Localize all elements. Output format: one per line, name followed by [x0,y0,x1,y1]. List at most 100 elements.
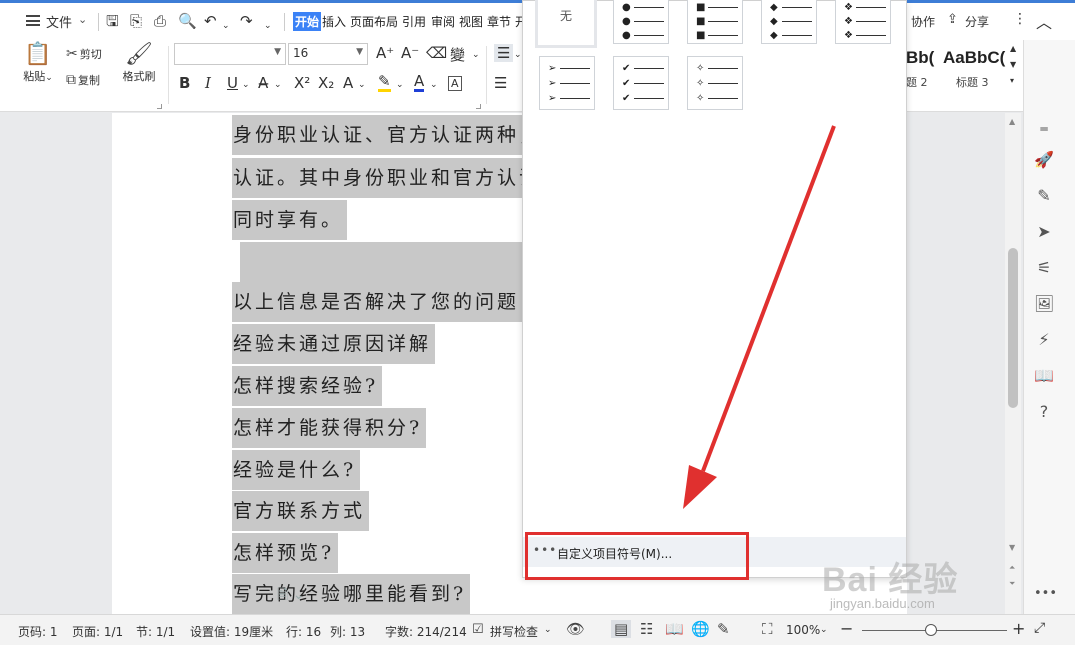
doc-line[interactable]: 经验是什么? [232,450,361,490]
highlight-icon[interactable]: ✎ [378,74,391,92]
paste-button[interactable]: 📋 粘贴⌄ [22,42,54,84]
cooperate-button[interactable]: 协作 [911,13,935,30]
fullscreen-icon[interactable]: ⤢ [1034,620,1045,636]
zoom-dropdown-icon[interactable]: ⌄ [820,625,828,635]
print-preview-icon[interactable]: 🔍 [178,12,197,30]
book-search-icon[interactable]: 📖 [1034,366,1054,385]
clipboard-dialog-icon[interactable] [157,104,162,109]
panel-collapse-icon[interactable]: ═ [1034,122,1054,136]
pen-icon[interactable]: ✎ [1034,186,1054,205]
tab-view[interactable]: 视图 [459,13,483,30]
vertical-scrollbar[interactable]: ▲ ▼ ⏶ ⏷ [1005,113,1021,614]
lightning-icon[interactable]: ⚡ [1034,330,1054,349]
doc-line[interactable]: 同时享有。 [232,200,348,240]
bold-button[interactable]: B [179,74,190,92]
tab-insert[interactable]: 插入 [322,13,346,30]
align-left-icon[interactable]: ☰ [494,74,507,92]
fit-page-icon[interactable]: ⛶ [762,620,773,638]
pinyin-dropdown-icon[interactable]: ⌄ [472,50,480,60]
char-border-icon[interactable]: A [448,76,462,91]
doc-line[interactable]: 官方联系方式 [232,491,370,531]
tab-review[interactable]: 审阅 [431,13,455,30]
status-pages[interactable]: 页面: 1/1 [72,623,123,640]
pinyin-icon[interactable]: 變 [450,44,465,65]
copy-button[interactable]: ⧉ 复制 [66,72,100,88]
style-preview-heading3[interactable]: AaBbC( [943,48,1005,68]
style-more-icon[interactable]: ▾ [1010,76,1014,85]
image-icon[interactable]: 🖼 [1034,294,1054,313]
doc-line[interactable]: 认证。其中身份职业和官方认证 [232,158,546,198]
italic-button[interactable]: I [205,74,211,92]
tab-references[interactable]: 引用 [402,13,426,30]
eye-protect-icon[interactable]: 👁 [566,620,585,638]
bullet-list-button[interactable]: ☰ [494,44,514,62]
doc-line[interactable]: 怎样搜索经验? [232,366,383,406]
style-scroll-down-icon[interactable]: ▼ [1010,60,1016,69]
strikethrough-icon[interactable]: A̶ [258,74,268,92]
doc-line[interactable]: 写完的经验哪里能看到? [232,574,471,614]
superscript-icon[interactable]: X² [294,74,310,92]
font-size-select[interactable]: 16 ▼ [288,43,368,65]
cut-button[interactable]: ✂ 剪切 [66,46,102,62]
web-view-icon[interactable]: 🌐 [691,620,710,638]
color-dropdown-icon[interactable]: ⌄ [430,80,438,90]
file-menu[interactable]: 文件 [46,12,72,31]
collapse-ribbon-icon[interactable]: ︿ [1036,9,1052,33]
write-mode-icon[interactable]: ✎ [717,620,730,638]
doc-line[interactable]: 以上信息是否解决了您的问题 [232,282,524,322]
underline-button[interactable]: U [227,74,238,92]
increase-font-icon[interactable]: A⁺ [376,44,394,62]
font-effect-icon[interactable]: A [343,74,353,92]
style-preview-heading2[interactable]: Bb( [906,48,934,68]
help-icon[interactable]: ? [1034,402,1054,421]
spellcheck-button[interactable]: 拼写检查 [490,623,538,640]
more-quick-icon[interactable]: ⌄ [264,17,272,35]
save-icon[interactable]: 🖫 [106,12,119,30]
menu-icon[interactable] [26,15,40,26]
redo-icon[interactable]: ↷ [240,12,253,30]
underline-dropdown-icon[interactable]: ⌄ [242,80,250,90]
undo-icon[interactable]: ↶ [204,12,217,30]
effect-dropdown-icon[interactable]: ⌄ [358,80,366,90]
format-painter-button[interactable]: 🖌 格式刷 [120,42,158,84]
share-button[interactable]: 分享 [965,13,989,30]
zoom-level[interactable]: 100% [786,623,820,637]
font-name-select[interactable]: ▼ [174,43,286,65]
font-dialog-icon[interactable] [476,104,481,109]
status-col[interactable]: 列: 13 [330,623,365,640]
rocket-icon[interactable]: 🚀 [1034,150,1054,169]
chevron-down-icon[interactable]: ⌄ [78,13,87,26]
more-options-icon[interactable]: ⋮ [1013,11,1027,27]
print-icon[interactable]: ⎙ [154,12,166,30]
spellcheck-dropdown-icon[interactable]: ⌄ [544,625,552,635]
reading-view-icon[interactable]: 📖 [665,620,684,638]
doc-line-empty[interactable] [232,242,522,282]
doc-line[interactable]: 怎样预览? [232,533,339,573]
share-icon[interactable]: ⇪ [947,12,958,27]
status-row[interactable]: 行: 16 [286,623,321,640]
font-color-icon[interactable]: A [414,74,425,92]
spellcheck-icon[interactable]: ☑ [472,622,484,637]
clear-format-icon[interactable]: ⌫ [426,44,447,62]
bullet-dropdown-icon[interactable]: ⌄ [514,50,522,60]
status-setting[interactable]: 设置值: 19厘米 [190,623,273,640]
export-pdf-icon[interactable]: ⎘ [130,12,142,30]
page-view-icon[interactable]: ▤ [611,620,632,638]
sliders-icon[interactable]: ⚟ [1034,258,1054,277]
doc-line[interactable]: 经验未通过原因详解 [232,324,436,364]
decrease-font-icon[interactable]: A⁻ [401,44,419,62]
more-icon[interactable]: ••• [1034,586,1057,601]
scroll-up-icon[interactable]: ▲ [1009,117,1015,126]
highlight-dropdown-icon[interactable]: ⌄ [396,80,404,90]
style-scroll-up-icon[interactable]: ▲ [1010,44,1016,53]
cursor-icon[interactable]: ➤ [1034,222,1054,241]
tab-page-layout[interactable]: 页面布局 [350,13,398,30]
document-options-icon[interactable]: 🗎 ⌄ [277,584,304,608]
scroll-thumb[interactable] [1008,248,1018,408]
zoom-slider-knob[interactable] [925,624,937,636]
tab-home[interactable]: 开始 [293,12,322,31]
outline-view-icon[interactable]: ☷ [640,620,653,638]
subscript-icon[interactable]: X₂ [318,74,334,92]
status-page-number[interactable]: 页码: 1 [18,623,58,640]
tab-chapter[interactable]: 章节 [487,13,511,30]
